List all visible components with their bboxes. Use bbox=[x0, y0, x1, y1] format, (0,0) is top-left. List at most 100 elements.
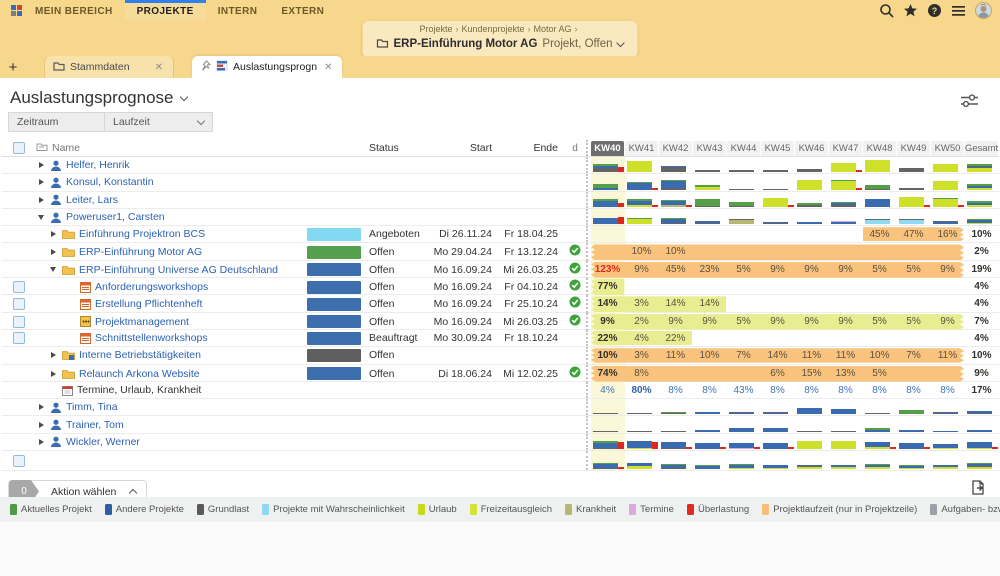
week-column-header-kw47[interactable]: KW47 bbox=[829, 141, 862, 156]
expand-arrow[interactable] bbox=[48, 371, 58, 377]
row-name-link[interactable]: Anforderungsworkshops bbox=[95, 281, 208, 293]
utilization-percent: 9% bbox=[795, 313, 828, 331]
chevron-down-icon[interactable] bbox=[616, 38, 624, 46]
expand-arrow[interactable] bbox=[36, 422, 46, 428]
utilization-percent[interactable]: 8% bbox=[829, 382, 862, 398]
expand-arrow[interactable] bbox=[36, 439, 46, 445]
expand-arrow[interactable] bbox=[48, 249, 58, 255]
help-icon[interactable]: ? bbox=[927, 3, 942, 18]
menu-item-extern[interactable]: EXTERN bbox=[269, 0, 336, 21]
row-checkbox[interactable] bbox=[13, 316, 25, 328]
week-column-header-kw46[interactable]: KW46 bbox=[795, 141, 828, 156]
tab-stammdaten[interactable]: Stammdaten ✕ bbox=[44, 56, 174, 78]
expand-arrow[interactable] bbox=[48, 267, 58, 272]
expand-arrow[interactable] bbox=[36, 179, 46, 185]
close-tab-icon[interactable]: ✕ bbox=[153, 62, 165, 73]
week-column-header-gesamt[interactable]: Gesamt bbox=[965, 141, 998, 156]
row-name-link[interactable]: Konsul, Konstantin bbox=[66, 176, 154, 188]
content-area: Auslastungsprognose Zeitraum Laufzeit Na… bbox=[0, 78, 1000, 497]
utilization-percent[interactable]: 43% bbox=[727, 382, 760, 398]
view-settings-icon[interactable] bbox=[961, 94, 978, 108]
row-name-link[interactable]: Erstellung Pflichtenheft bbox=[95, 298, 202, 310]
tab-auslastungsprognose[interactable]: Auslastungsprogn ✕ bbox=[192, 56, 342, 78]
row-name-link[interactable]: Schnittstellenworkshops bbox=[95, 332, 208, 344]
week-column-header-kw50[interactable]: KW50 bbox=[931, 141, 964, 156]
legend-swatch bbox=[418, 504, 425, 515]
utilization-percent[interactable]: 8% bbox=[795, 382, 828, 398]
expand-arrow[interactable] bbox=[48, 231, 58, 237]
row-name-link[interactable]: Timm, Tina bbox=[66, 401, 118, 413]
utilization-percent[interactable]: 8% bbox=[693, 382, 726, 398]
expand-arrow[interactable] bbox=[48, 352, 58, 358]
expand-arrow[interactable] bbox=[36, 197, 46, 203]
week-cells: 4%80%8%8%43%8%8%8%8%8%8%17% bbox=[591, 382, 999, 398]
column-header-name[interactable]: Name bbox=[36, 142, 306, 155]
utilization-percent[interactable]: 8% bbox=[659, 382, 692, 398]
row-name-link[interactable]: Helfer, Henrik bbox=[66, 159, 130, 171]
breadcrumb[interactable]: Projekte›Kundenprojekte›Motor AG› ERP-Ei… bbox=[362, 21, 637, 58]
utilization-percent[interactable]: 80% bbox=[625, 382, 658, 398]
row-name-link[interactable]: Leiter, Lars bbox=[66, 194, 118, 206]
column-header-start[interactable]: Start bbox=[428, 142, 498, 154]
week-column-header-kw42[interactable]: KW42 bbox=[659, 141, 692, 156]
tab-label: Stammdaten bbox=[70, 61, 130, 73]
row-checkbox[interactable] bbox=[13, 332, 25, 344]
row-name-link[interactable]: Projektmanagement bbox=[95, 316, 189, 328]
week-cells bbox=[591, 416, 999, 432]
filter-select-laufzeit[interactable]: Laufzeit bbox=[105, 112, 213, 132]
row-name-link[interactable]: ERP-Einführung Universe AG Deutschland bbox=[79, 264, 278, 276]
utilization-bar bbox=[865, 219, 890, 225]
select-all-checkbox[interactable] bbox=[13, 142, 25, 154]
row-name-link[interactable]: ERP-Einführung Motor AG bbox=[79, 246, 202, 258]
expand-arrow[interactable] bbox=[36, 162, 46, 168]
new-tab-button[interactable]: + bbox=[0, 56, 26, 78]
row-name-link[interactable]: Einführung Projektron BCS bbox=[79, 228, 205, 240]
menu-item-mein-bereich[interactable]: MEIN BEREICH bbox=[23, 0, 125, 21]
expand-arrow[interactable] bbox=[36, 404, 46, 410]
row-name-link[interactable]: Interne Betriebstätigkeiten bbox=[79, 349, 201, 361]
expand-arrow[interactable] bbox=[36, 215, 46, 220]
utilization-bar bbox=[831, 163, 856, 172]
chevron-down-icon[interactable] bbox=[179, 92, 187, 100]
menu-item-intern[interactable]: INTERN bbox=[206, 0, 270, 21]
week-column-header-kw40[interactable]: KW40 bbox=[591, 141, 624, 156]
row-status: Offen bbox=[362, 298, 428, 310]
favorites-star-icon[interactable] bbox=[903, 3, 918, 18]
row-checkbox[interactable] bbox=[13, 298, 25, 310]
row-checkbox[interactable] bbox=[13, 455, 25, 467]
close-tab-icon[interactable]: ✕ bbox=[322, 62, 334, 73]
utilization-bar bbox=[831, 409, 856, 414]
menu-item-projekte[interactable]: PROJEKTE bbox=[125, 0, 206, 21]
folder-icon bbox=[62, 229, 75, 239]
week-column-header-kw45[interactable]: KW45 bbox=[761, 141, 794, 156]
done-check-icon bbox=[569, 295, 581, 313]
week-column-header-kw48[interactable]: KW48 bbox=[863, 141, 896, 156]
utilization-percent: 14% bbox=[693, 295, 726, 313]
row-name-link[interactable]: Wickler, Werner bbox=[66, 436, 140, 448]
row-checkbox[interactable] bbox=[13, 281, 25, 293]
utilization-percent[interactable]: 8% bbox=[931, 382, 964, 398]
hamburger-menu-icon[interactable] bbox=[951, 3, 966, 18]
utilization-bar bbox=[797, 408, 822, 414]
utilization-percent[interactable]: 8% bbox=[761, 382, 794, 398]
week-column-header-kw43[interactable]: KW43 bbox=[693, 141, 726, 156]
row-name-link[interactable]: Poweruser1, Carsten bbox=[66, 211, 165, 223]
row-name-link[interactable]: Relaunch Arkona Website bbox=[79, 368, 200, 380]
utilization-percent[interactable]: 8% bbox=[897, 382, 930, 398]
week-column-header-kw41[interactable]: KW41 bbox=[625, 141, 658, 156]
column-header-status[interactable]: Status bbox=[362, 142, 428, 154]
column-header-ende[interactable]: Ende bbox=[498, 142, 564, 154]
pin-icon[interactable] bbox=[200, 60, 211, 74]
utilization-percent[interactable]: 4% bbox=[591, 382, 624, 398]
utilization-bar bbox=[729, 189, 754, 190]
user-avatar[interactable] bbox=[975, 2, 992, 19]
week-column-header-kw44[interactable]: KW44 bbox=[727, 141, 760, 156]
table-row: Einführung Projektron BCSAngebotenDi 26.… bbox=[2, 226, 999, 243]
table-row: SchnittstellenworkshopsBeauftragtMo 30.0… bbox=[2, 330, 999, 347]
search-icon[interactable] bbox=[879, 3, 894, 18]
column-header-d[interactable]: d bbox=[564, 143, 586, 154]
week-column-header-kw49[interactable]: KW49 bbox=[897, 141, 930, 156]
utilization-percent[interactable]: 8% bbox=[863, 382, 896, 398]
row-name-link[interactable]: Trainer, Tom bbox=[66, 419, 124, 431]
export-icon[interactable] bbox=[971, 480, 986, 495]
